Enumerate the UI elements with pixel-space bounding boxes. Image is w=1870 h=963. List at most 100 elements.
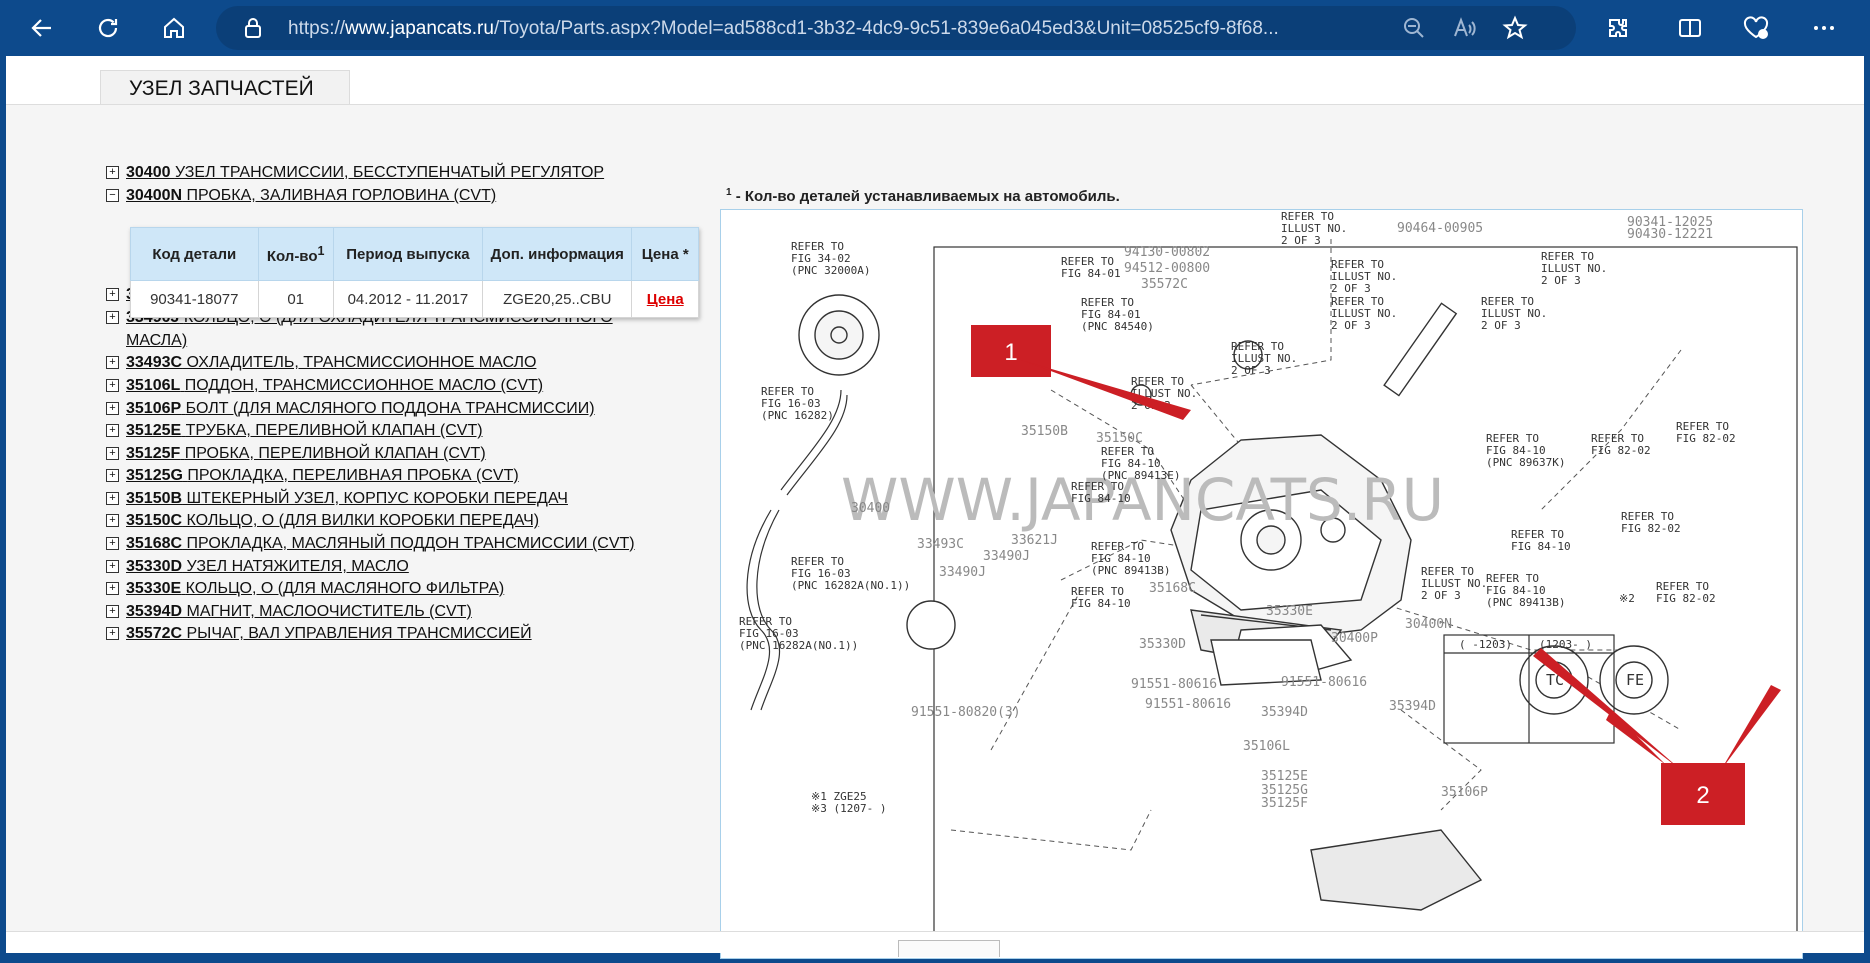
table-row: 90341-18077 01 04.2012 - 11.2017 ZGE20,2…: [130, 280, 699, 318]
part-code: 35330D: [126, 558, 183, 575]
col-period: Период выпуска: [332, 227, 484, 281]
content-area: +30400 УЗЕЛ ТРАНСМИССИИ, БЕССТУПЕНЧАТЫЙ …: [6, 104, 1864, 959]
address-bar[interactable]: https://www.japancats.ru/Toyota/Parts.as…: [216, 6, 1576, 50]
diagram-svg: WWW.JAPANCATS.RU REFER TO FIG 34-02 (PNC…: [739, 210, 1798, 952]
svg-text:(PNC 89413B): (PNC 89413B): [1486, 596, 1565, 609]
lock-icon[interactable]: [242, 16, 264, 40]
expand-icon[interactable]: +: [106, 356, 119, 369]
cell-part-code: 90341-18077: [130, 280, 259, 318]
part-name: ПРОБКА, ЗАЛИВНАЯ ГОРЛОВИНА (CVT): [186, 187, 497, 204]
part-name: РЫЧАГ, ВАЛ УПРАВЛЕНИЯ ТРАНСМИССИЕЙ: [186, 625, 532, 642]
svg-text:94130-00802: 94130-00802: [1124, 245, 1210, 260]
col-qty: Кол-во1: [257, 227, 334, 281]
parts-diagram[interactable]: WWW.JAPANCATS.RU REFER TO FIG 34-02 (PNC…: [720, 209, 1803, 959]
svg-text:FIG 84-10: FIG 84-10: [1071, 597, 1131, 610]
col-part-code: Код детали: [130, 227, 259, 281]
parts-table: Код детали Кол-во1 Период выпуска Доп. и…: [130, 227, 699, 318]
svg-text:FIG 84-10: FIG 84-10: [1071, 492, 1131, 505]
extensions-icon[interactable]: [1598, 8, 1638, 48]
svg-text:35106P: 35106P: [1441, 785, 1488, 800]
expand-icon[interactable]: +: [106, 605, 119, 618]
favorite-icon[interactable]: [1502, 15, 1528, 41]
svg-text:91551-80616: 91551-80616: [1131, 677, 1217, 692]
part-code: 30400: [126, 164, 171, 181]
tree-item-link[interactable]: 30400N ПРОБКА, ЗАЛИВНАЯ ГОРЛОВИНА (CVT): [126, 182, 496, 209]
col-info: Доп. информация: [482, 227, 633, 281]
svg-text:35106L: 35106L: [1243, 739, 1290, 754]
favorites-icon[interactable]: [1736, 8, 1776, 48]
svg-text:35168C: 35168C: [1149, 581, 1196, 596]
expand-icon[interactable]: +: [106, 627, 119, 640]
title-bar: УЗЕЛ ЗАПЧАСТЕЙ: [6, 56, 1864, 106]
part-name: КОЛЬЦО, О (ДЛЯ МАСЛЯНОГО ФИЛЬТРА): [185, 580, 505, 597]
svg-text:35572C: 35572C: [1141, 277, 1188, 292]
svg-text:30400N: 30400N: [1405, 617, 1452, 632]
refresh-icon[interactable]: [88, 8, 128, 48]
svg-text:(PNC 16282): (PNC 16282): [761, 409, 834, 422]
col-price: Цена *: [631, 227, 699, 281]
expand-icon[interactable]: +: [106, 492, 119, 505]
expand-icon[interactable]: +: [106, 447, 119, 460]
tree-item-link[interactable]: 35572C РЫЧАГ, ВАЛ УПРАВЛЕНИЯ ТРАНСМИССИЕ…: [126, 620, 532, 647]
part-name: ПРОБКА, ПЕРЕЛИВНОЙ КЛАПАН (CVT): [184, 445, 486, 462]
expand-icon[interactable]: +: [106, 469, 119, 482]
url-text: https://www.japancats.ru/Toyota/Parts.as…: [288, 18, 1279, 39]
svg-text:FE: FE: [1626, 671, 1644, 689]
expand-icon[interactable]: +: [106, 288, 119, 301]
page-title: УЗЕЛ ЗАПЧАСТЕЙ: [129, 77, 314, 100]
expand-icon[interactable]: +: [106, 537, 119, 550]
svg-text:2 OF 3: 2 OF 3: [1331, 319, 1371, 332]
svg-text:30400: 30400: [851, 501, 890, 516]
part-name: УЗЕЛ НАТЯЖИТЕЛЯ, МАСЛО: [186, 558, 409, 575]
split-screen-icon[interactable]: [1670, 8, 1710, 48]
svg-text:91551-80616: 91551-80616: [1281, 675, 1367, 690]
svg-text:2 OF 3: 2 OF 3: [1541, 274, 1581, 287]
home-icon[interactable]: [154, 8, 194, 48]
svg-text:35125F: 35125F: [1261, 796, 1308, 811]
part-name: ШТЕКЕРНЫЙ УЗЕЛ, КОРПУС КОРОБКИ ПЕРЕДАЧ: [186, 490, 568, 507]
cell-info: ZGE20,25..CBU: [482, 280, 633, 318]
svg-text:FIG 82-02: FIG 82-02: [1656, 592, 1716, 605]
svg-text:( -1203): ( -1203): [1459, 638, 1512, 651]
expand-icon[interactable]: +: [106, 514, 119, 527]
collapse-icon[interactable]: −: [106, 189, 119, 202]
part-name: КОЛЬЦО, О (ДЛЯ ВИЛКИ КОРОБКИ ПЕРЕДАЧ): [186, 512, 540, 529]
svg-text:(PNC 16282A(NO.1)): (PNC 16282A(NO.1)): [791, 579, 910, 592]
part-code: 35330E: [126, 580, 182, 597]
bottom-button[interactable]: [898, 940, 1000, 957]
expand-icon[interactable]: +: [106, 560, 119, 573]
expand-icon[interactable]: +: [106, 379, 119, 392]
svg-text:2 OF 3: 2 OF 3: [1421, 589, 1461, 602]
expand-icon[interactable]: +: [106, 166, 119, 179]
price-link[interactable]: Цена: [631, 280, 699, 318]
expand-icon[interactable]: +: [106, 424, 119, 437]
svg-text:FIG 84-01: FIG 84-01: [1061, 267, 1121, 280]
svg-text:2 OF 3: 2 OF 3: [1331, 282, 1371, 295]
expand-icon[interactable]: +: [106, 311, 119, 324]
svg-text:35150C: 35150C: [1096, 431, 1143, 446]
svg-text:2: 2: [1696, 782, 1709, 809]
svg-text:90464-00905: 90464-00905: [1397, 221, 1483, 236]
zoom-out-icon[interactable]: [1402, 16, 1426, 40]
svg-text:2 OF 3: 2 OF 3: [1231, 364, 1271, 377]
browser-toolbar: https://www.japancats.ru/Toyota/Parts.as…: [0, 0, 1870, 56]
expand-icon[interactable]: +: [106, 402, 119, 415]
table-header-row: Код детали Кол-во1 Период выпуска Доп. и…: [130, 227, 699, 281]
svg-text:33621J: 33621J: [1011, 533, 1058, 548]
page: УЗЕЛ ЗАПЧАСТЕЙ +30400 УЗЕЛ ТРАНСМИССИИ, …: [6, 56, 1864, 959]
svg-text:30400P: 30400P: [1331, 631, 1378, 646]
cell-qty: 01: [257, 280, 334, 318]
svg-text:(PNC 16282A(NO.1)): (PNC 16282A(NO.1)): [739, 639, 858, 652]
svg-text:2 OF 3: 2 OF 3: [1281, 234, 1321, 247]
read-aloud-icon[interactable]: [1452, 16, 1476, 40]
back-icon[interactable]: [22, 8, 62, 48]
svg-text:33490J: 33490J: [983, 549, 1030, 564]
expand-icon[interactable]: +: [106, 582, 119, 595]
more-icon[interactable]: [1804, 8, 1844, 48]
svg-text:91551-80820(3): 91551-80820(3): [911, 705, 1021, 720]
part-code: 35394D: [126, 603, 183, 620]
svg-text:1: 1: [1004, 339, 1017, 366]
svg-text:※2: ※2: [1619, 592, 1635, 605]
part-name: ПРОКЛАДКА, МАСЛЯНЫЙ ПОДДОН ТРАНСМИССИИ (…: [186, 535, 635, 552]
part-code: 35106L: [126, 377, 181, 394]
